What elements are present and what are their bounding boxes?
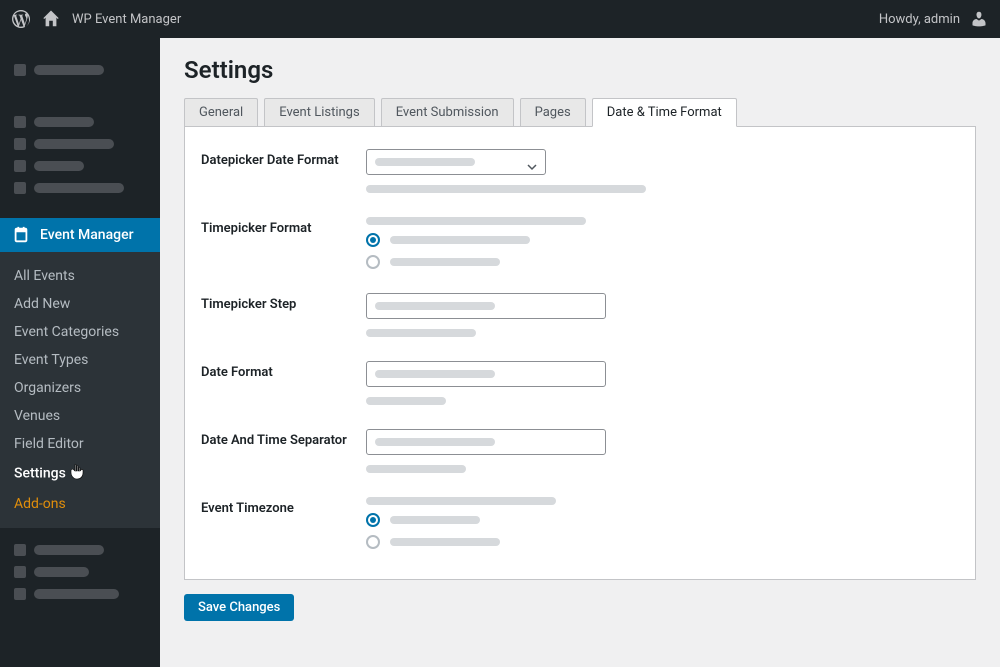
field-body bbox=[366, 217, 959, 269]
tab-event-submission[interactable]: Event Submission bbox=[381, 98, 514, 126]
sidebar-placeholder-item bbox=[14, 588, 146, 600]
radio-label-placeholder bbox=[390, 258, 500, 266]
content-area: Settings GeneralEvent ListingsEvent Subm… bbox=[160, 38, 1000, 667]
tab-date-time-format[interactable]: Date & Time Format bbox=[592, 98, 737, 127]
tab-event-listings[interactable]: Event Listings bbox=[264, 98, 374, 126]
submenu-item-venues[interactable]: Venues bbox=[0, 402, 160, 430]
sidebar-placeholder-item bbox=[14, 544, 146, 556]
field-event-timezone: Event Timezone bbox=[201, 489, 959, 565]
admin-toolbar: WP Event Manager Howdy, admin bbox=[0, 0, 1000, 38]
description-placeholder bbox=[366, 217, 586, 225]
radio-option-1[interactable] bbox=[366, 233, 959, 247]
field-date-time-separator: Date And Time Separator bbox=[201, 421, 959, 489]
sidebar-placeholder-group bbox=[0, 528, 160, 624]
field-body bbox=[366, 293, 959, 337]
save-changes-button[interactable]: Save Changes bbox=[184, 594, 294, 621]
radio-option-2[interactable] bbox=[366, 535, 959, 549]
timepicker-step-input[interactable] bbox=[366, 293, 606, 319]
date-time-separator-input[interactable] bbox=[366, 429, 606, 455]
submenu-item-all-events[interactable]: All Events bbox=[0, 262, 160, 290]
field-label: Date Format bbox=[201, 361, 366, 405]
radio-label-placeholder bbox=[390, 538, 500, 546]
howdy-text[interactable]: Howdy, admin bbox=[879, 12, 960, 27]
chevron-down-icon bbox=[527, 157, 537, 167]
sidebar-placeholder-item bbox=[14, 116, 146, 128]
toolbar-right: Howdy, admin bbox=[879, 10, 988, 28]
cursor-pointer-icon bbox=[70, 464, 84, 484]
wordpress-logo-icon[interactable] bbox=[12, 10, 30, 28]
field-label: Timepicker Step bbox=[201, 293, 366, 337]
sidebar-placeholder-item bbox=[14, 160, 146, 172]
site-title[interactable]: WP Event Manager bbox=[72, 12, 181, 27]
layout: Event Manager All EventsAdd NewEvent Cat… bbox=[0, 38, 1000, 667]
date-format-input[interactable] bbox=[366, 361, 606, 387]
radio-option-2[interactable] bbox=[366, 255, 959, 269]
field-body bbox=[366, 361, 959, 405]
sidebar-placeholder-group bbox=[0, 48, 160, 100]
field-body bbox=[366, 429, 959, 473]
datepicker-select[interactable] bbox=[366, 149, 546, 175]
sidebar-placeholder-item bbox=[14, 138, 146, 150]
field-body bbox=[366, 497, 959, 549]
settings-tabs: GeneralEvent ListingsEvent SubmissionPag… bbox=[184, 98, 976, 127]
settings-panel: Datepicker Date Format Timepicker Format bbox=[184, 127, 976, 580]
sidebar-placeholder-group bbox=[0, 100, 160, 218]
field-body bbox=[366, 149, 959, 193]
toolbar-left: WP Event Manager bbox=[12, 10, 181, 28]
submenu-item-event-types[interactable]: Event Types bbox=[0, 346, 160, 374]
submenu-item-field-editor[interactable]: Field Editor bbox=[0, 430, 160, 458]
sidebar-active-label: Event Manager bbox=[40, 227, 134, 243]
radio-option-1[interactable] bbox=[366, 513, 959, 527]
description-placeholder bbox=[366, 497, 556, 505]
radio-selected-icon bbox=[366, 233, 380, 247]
user-avatar-icon[interactable] bbox=[970, 10, 988, 28]
sidebar-placeholder-item bbox=[14, 566, 146, 578]
field-timepicker-format: Timepicker Format bbox=[201, 209, 959, 285]
radio-unselected-icon bbox=[366, 255, 380, 269]
description-placeholder bbox=[366, 397, 446, 405]
submenu-item-organizers[interactable]: Organizers bbox=[0, 374, 160, 402]
description-placeholder bbox=[366, 329, 476, 337]
sidebar-placeholder-item bbox=[14, 182, 146, 194]
submenu-item-settings[interactable]: Settings bbox=[0, 458, 160, 490]
home-icon[interactable] bbox=[42, 10, 60, 28]
radio-label-placeholder bbox=[390, 236, 530, 244]
field-datepicker-format: Datepicker Date Format bbox=[201, 141, 959, 209]
field-label: Date And Time Separator bbox=[201, 429, 366, 473]
tab-pages[interactable]: Pages bbox=[520, 98, 586, 126]
tab-general[interactable]: General bbox=[184, 98, 258, 126]
radio-unselected-icon bbox=[366, 535, 380, 549]
active-notch bbox=[160, 227, 168, 243]
sidebar-submenu: All EventsAdd NewEvent CategoriesEvent T… bbox=[0, 252, 160, 528]
field-label: Event Timezone bbox=[201, 497, 366, 549]
sidebar-placeholder-item bbox=[14, 64, 146, 76]
field-timepicker-step: Timepicker Step bbox=[201, 285, 959, 353]
field-date-format: Date Format bbox=[201, 353, 959, 421]
calendar-icon bbox=[12, 226, 30, 244]
placeholder-bar bbox=[375, 158, 475, 166]
submenu-item-event-categories[interactable]: Event Categories bbox=[0, 318, 160, 346]
admin-sidebar: Event Manager All EventsAdd NewEvent Cat… bbox=[0, 38, 160, 667]
submenu-item-add-ons[interactable]: Add-ons bbox=[0, 490, 160, 518]
submenu-item-add-new[interactable]: Add New bbox=[0, 290, 160, 318]
field-label: Datepicker Date Format bbox=[201, 149, 366, 193]
radio-selected-icon bbox=[366, 513, 380, 527]
field-label: Timepicker Format bbox=[201, 217, 366, 269]
radio-label-placeholder bbox=[390, 516, 480, 524]
description-placeholder bbox=[366, 185, 646, 193]
sidebar-item-event-manager[interactable]: Event Manager bbox=[0, 218, 160, 252]
description-placeholder bbox=[366, 465, 466, 473]
page-title: Settings bbox=[184, 56, 976, 84]
